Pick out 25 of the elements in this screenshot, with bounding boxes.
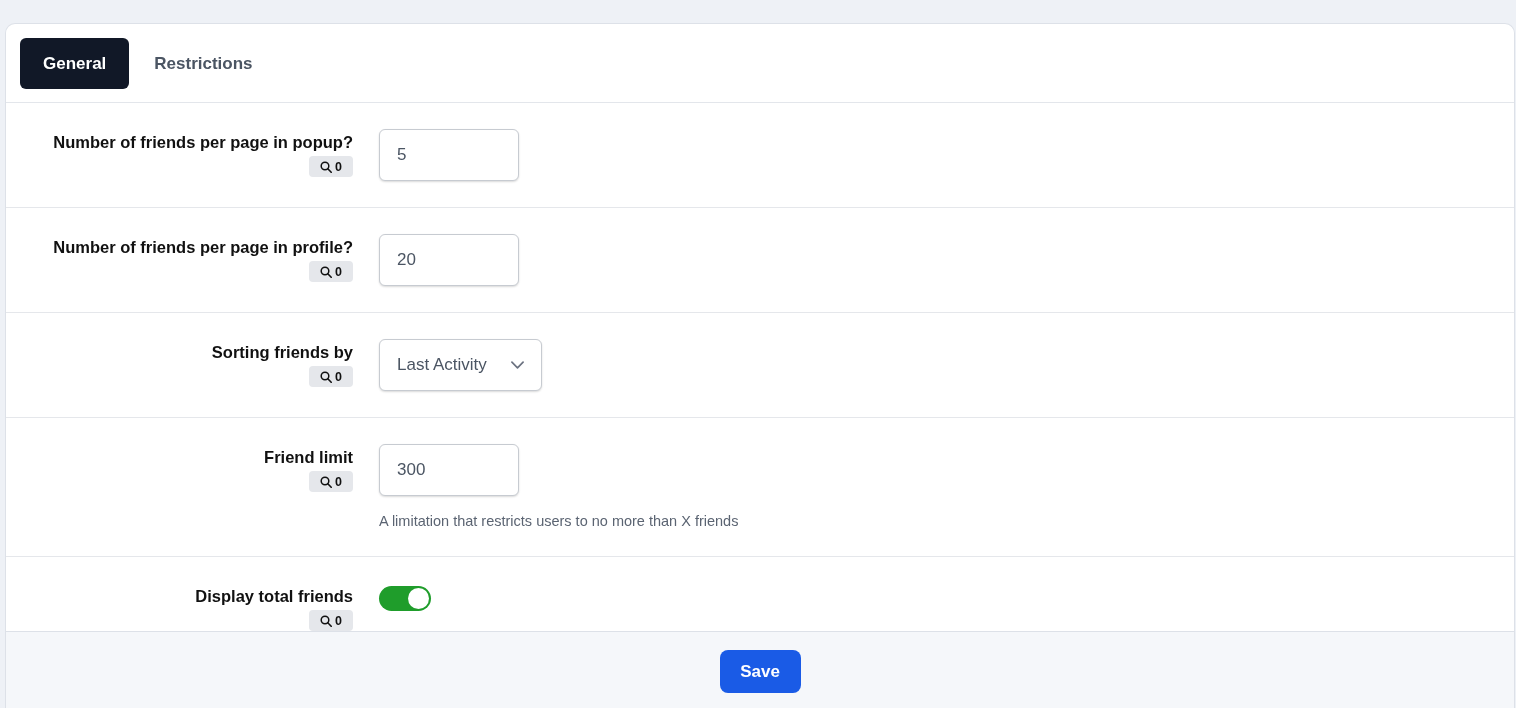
search-icon [320,614,332,627]
search-icon [320,160,332,173]
setting-label: Display total friends [195,586,353,607]
setting-label: Sorting friends by [211,342,353,363]
toggle-switch[interactable] [379,586,431,611]
badge-count: 0 [335,613,342,628]
setting-label: Number of friends per page in popup? [53,132,353,153]
badge-count: 0 [335,369,342,384]
number-input[interactable]: 5 [379,129,519,181]
tab[interactable]: Restrictions [131,38,276,89]
setting-label: Number of friends per page in profile? [53,237,353,258]
search-icon [320,370,332,383]
tab[interactable]: General [20,38,130,89]
search-icon [320,265,332,278]
search-icon [320,475,332,488]
badge-count: 0 [335,474,342,489]
number-input[interactable]: 20 [379,234,519,286]
chevron-down-icon [511,361,524,369]
setting-label: Friend limit [264,447,353,468]
help-text: A limitation that restricts users to no more than X friends [379,512,739,530]
save-button[interactable]: Save [719,650,801,693]
badge-count: 0 [335,159,342,174]
sort-select[interactable]: Last Activity [379,339,542,391]
number-input[interactable]: 300 [379,444,519,496]
badge-count: 0 [335,264,342,279]
